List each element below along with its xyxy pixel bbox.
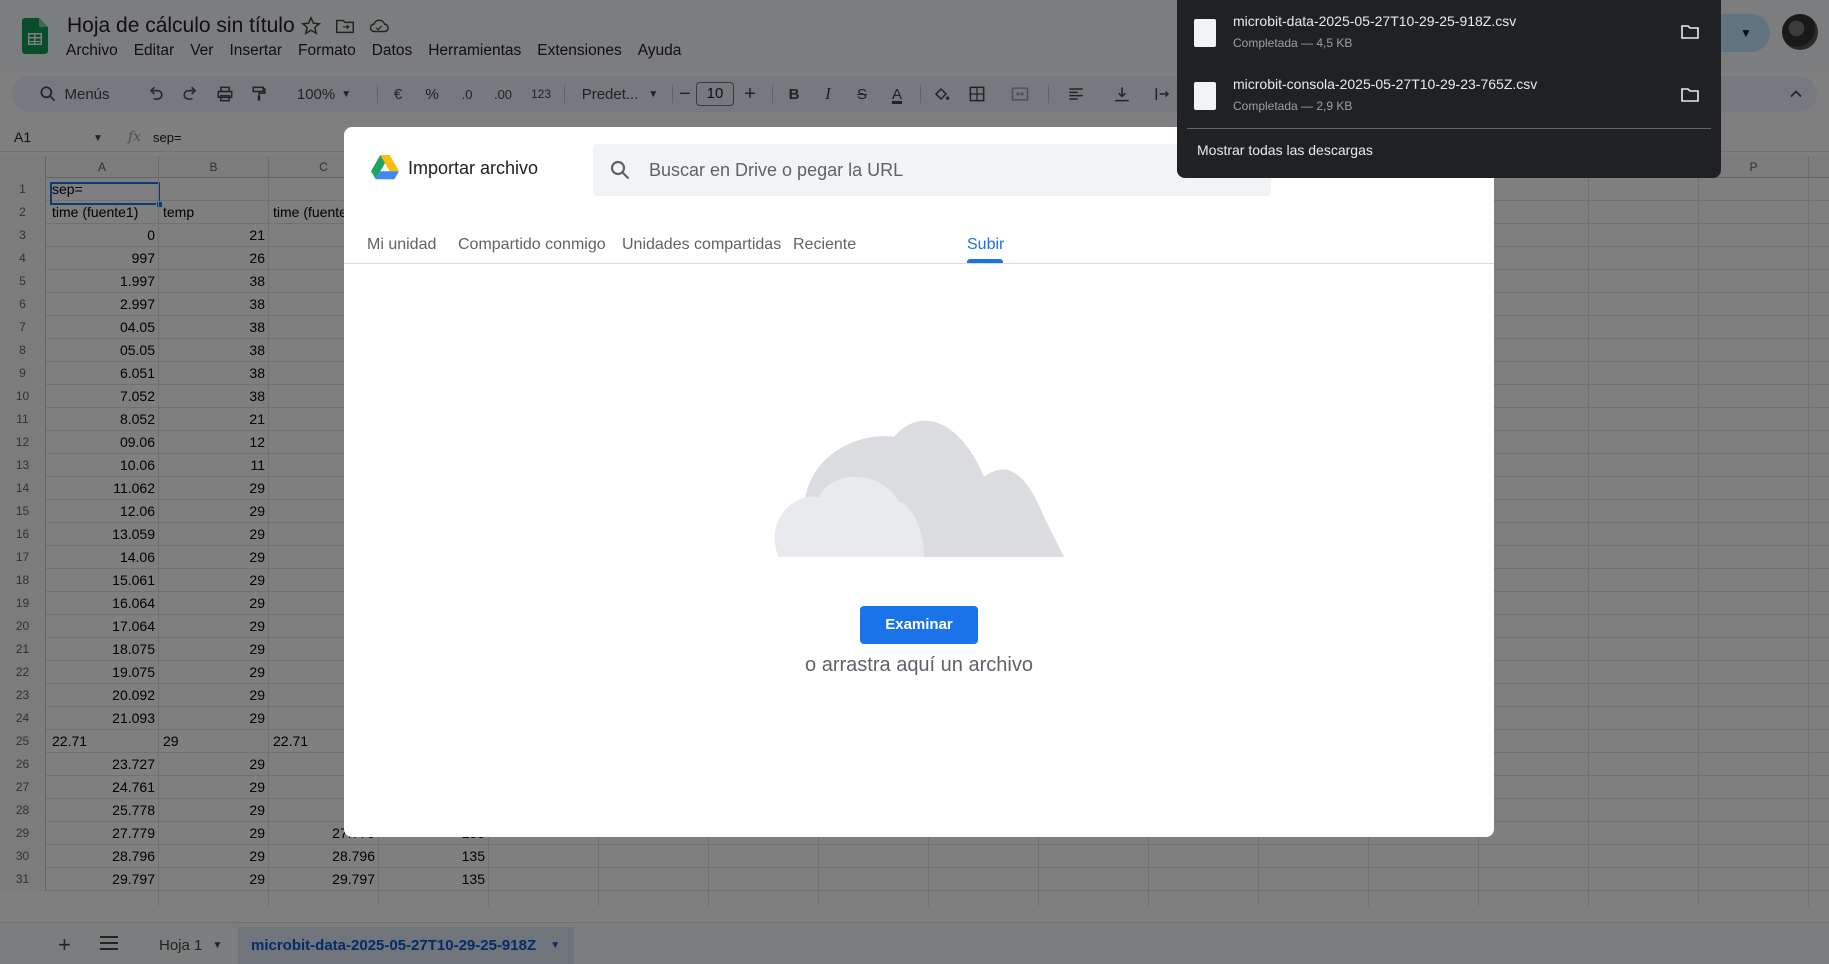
import-file-dialog: Importar archivo Mi unidad Compartido co… [344, 127, 1494, 837]
browse-button[interactable]: Examinar [860, 606, 978, 644]
drive-search-input[interactable] [649, 157, 1249, 183]
download-status: Completada — 4,5 KB [1233, 36, 1353, 50]
show-all-downloads-link[interactable]: Mostrar todas las descargas [1197, 142, 1373, 158]
download-item[interactable]: microbit-data-2025-05-27T10-29-25-918Z.c… [1177, 0, 1721, 62]
search-icon [610, 160, 630, 180]
file-icon [1194, 19, 1216, 47]
downloads-panel: microbit-data-2025-05-27T10-29-25-918Z.c… [1177, 0, 1721, 178]
dialog-tabs: Mi unidad Compartido conmigo Unidades co… [344, 221, 1494, 264]
folder-icon[interactable] [1681, 24, 1699, 40]
dialog-title: Importar archivo [408, 158, 539, 178]
active-tab-indicator [967, 259, 1003, 263]
upload-cloud-illustration [774, 420, 1064, 557]
tab-subir[interactable]: Subir [967, 221, 1004, 264]
google-drive-logo-icon [371, 155, 399, 180]
download-file-name: microbit-consola-2025-05-27T10-29-23-765… [1233, 76, 1538, 92]
download-status: Completada — 2,9 KB [1233, 99, 1353, 113]
drag-drop-hint: o arrastra aquí un archivo [805, 654, 1033, 676]
tab-unidades-compartidas[interactable]: Unidades compartidas [622, 221, 781, 264]
drive-search-box[interactable] [593, 144, 1271, 196]
tab-reciente[interactable]: Reciente [793, 221, 856, 264]
file-icon [1194, 82, 1216, 110]
tab-compartido-conmigo[interactable]: Compartido conmigo [458, 221, 606, 264]
folder-icon[interactable] [1681, 87, 1699, 103]
divider [1187, 128, 1711, 129]
download-item[interactable]: microbit-consola-2025-05-27T10-29-23-765… [1177, 63, 1721, 125]
download-file-name: microbit-data-2025-05-27T10-29-25-918Z.c… [1233, 13, 1517, 29]
tab-mi-unidad[interactable]: Mi unidad [367, 221, 436, 264]
